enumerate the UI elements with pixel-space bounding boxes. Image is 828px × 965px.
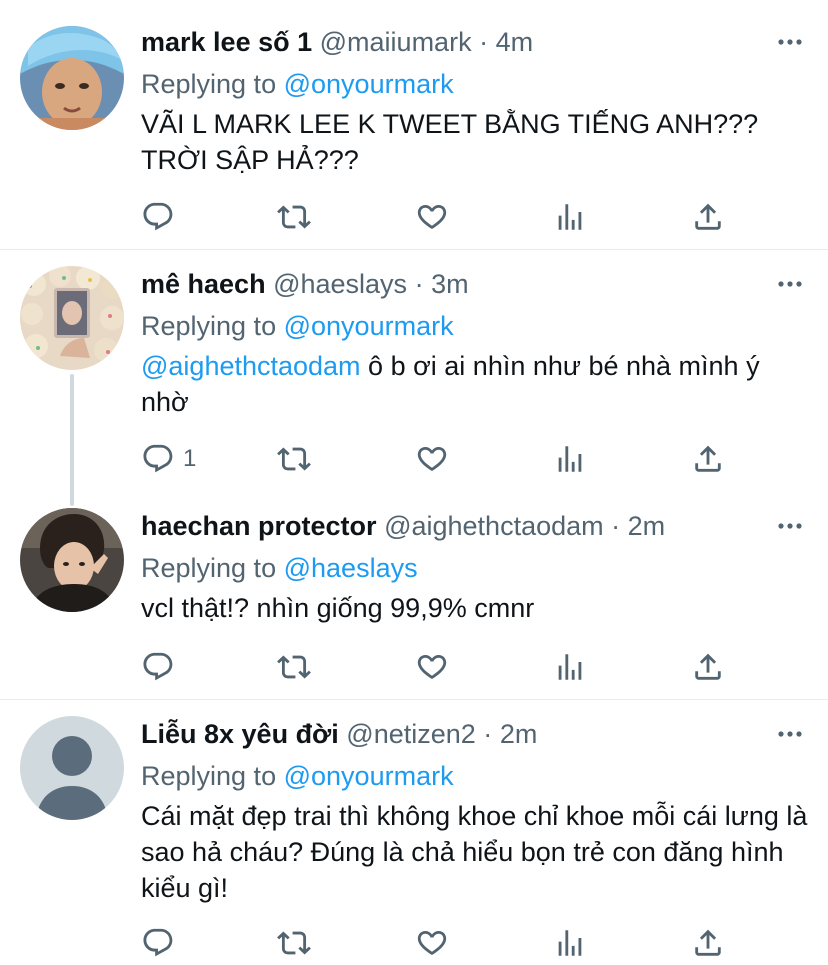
retweet-icon (277, 442, 311, 476)
tweet-actions (141, 923, 731, 963)
retweet-button[interactable] (277, 647, 311, 687)
replying-to-handle[interactable]: @onyourmark (284, 761, 454, 791)
like-button[interactable] (415, 647, 449, 687)
tweet-header: mê haech @haeslays · 3m (141, 266, 808, 302)
stats-button[interactable] (553, 647, 587, 687)
stats-icon (553, 650, 587, 684)
reply-timeline: mark lee số 1 @maiiumark · 4m Replying t… (0, 0, 828, 965)
retweet-icon (277, 926, 311, 960)
mention-link[interactable]: @aighethctaodam (141, 351, 361, 381)
stats-icon (553, 442, 587, 476)
reply-button[interactable]: 1 (141, 439, 196, 479)
tweet-actions (141, 197, 731, 237)
tweet-text: @aighethctaodam ô b ơi ai nhìn như bé nh… (141, 348, 808, 420)
share-button[interactable] (691, 439, 725, 479)
like-button[interactable] (415, 923, 449, 963)
share-button[interactable] (691, 923, 725, 963)
more-icon[interactable] (776, 514, 804, 538)
stats-button[interactable] (553, 923, 587, 963)
tweet-text: vcl thật!? nhìn giống 99,9% cmnr (141, 593, 535, 623)
timestamp[interactable]: 4m (496, 27, 534, 57)
separator-dot: · (479, 27, 489, 57)
replying-to-handle[interactable]: @onyourmark (284, 311, 454, 341)
avatar[interactable] (20, 716, 124, 820)
avatar[interactable] (20, 26, 124, 130)
more-icon[interactable] (776, 722, 804, 746)
tweet-header: haechan protector @aighethctaodam · 2m (141, 508, 808, 544)
separator-dot: · (611, 511, 621, 541)
timestamp[interactable]: 2m (500, 719, 538, 749)
separator-dot: · (414, 269, 424, 299)
retweet-button[interactable] (277, 197, 311, 237)
replying-to: Replying to @onyourmark (141, 308, 808, 344)
share-icon (691, 926, 725, 960)
stats-icon (553, 200, 587, 234)
display-name[interactable]: haechan protector (141, 511, 377, 541)
replying-to-label: Replying to (141, 761, 277, 791)
tweet[interactable]: mark lee số 1 @maiiumark · 4m Replying t… (0, 0, 828, 250)
display-name[interactable]: mark lee số 1 (141, 27, 312, 57)
reply-button[interactable] (141, 197, 183, 237)
reply-button[interactable] (141, 923, 183, 963)
reply-icon (141, 650, 175, 684)
user-handle[interactable]: @aighethctaodam (384, 511, 604, 541)
replying-to: Replying to @onyourmark (141, 758, 808, 794)
tweet-actions (141, 647, 731, 687)
like-icon (415, 200, 449, 234)
tweet[interactable]: haechan protector @aighethctaodam · 2m R… (0, 492, 828, 700)
reply-count: 1 (183, 445, 197, 472)
stats-icon (553, 926, 587, 960)
like-button[interactable] (415, 197, 449, 237)
replying-to-label: Replying to (141, 553, 277, 583)
share-icon (691, 650, 725, 684)
display-name[interactable]: Liễu 8x yêu đời (141, 719, 339, 749)
display-name[interactable]: mê haech (141, 269, 266, 299)
avatar[interactable] (20, 508, 124, 612)
stats-button[interactable] (553, 439, 587, 479)
user-handle[interactable]: @maiiumark (320, 27, 472, 57)
timestamp[interactable]: 2m (628, 511, 666, 541)
avatar[interactable] (20, 266, 124, 370)
share-icon (691, 200, 725, 234)
reply-icon (141, 442, 175, 476)
tweet-header: Liễu 8x yêu đời @netizen2 · 2m (141, 716, 808, 752)
replying-to: Replying to @haeslays (141, 550, 808, 586)
tweet-header: mark lee số 1 @maiiumark · 4m (141, 24, 808, 60)
replying-to-label: Replying to (141, 311, 277, 341)
tweet-text: VÃI L MARK LEE K TWEET BẰNG TIẾNG ANH???… (141, 109, 759, 175)
share-button[interactable] (691, 647, 725, 687)
replying-to-label: Replying to (141, 69, 277, 99)
separator-dot: · (483, 719, 493, 749)
retweet-button[interactable] (277, 923, 311, 963)
reply-icon (141, 926, 175, 960)
share-button[interactable] (691, 197, 725, 237)
tweet[interactable]: Liễu 8x yêu đời @netizen2 · 2m Replying … (0, 700, 828, 965)
reply-icon (141, 200, 175, 234)
user-handle[interactable]: @haeslays (273, 269, 407, 299)
reply-button[interactable] (141, 647, 183, 687)
tweet-actions: 1 (141, 439, 731, 479)
retweet-icon (277, 200, 311, 234)
more-icon[interactable] (776, 272, 804, 296)
tweet[interactable]: mê haech @haeslays · 3m Replying to @ony… (0, 250, 828, 492)
tweet-text: Cái mặt đẹp trai thì không khoe chỉ khoe… (141, 801, 808, 903)
like-icon (415, 926, 449, 960)
replying-to: Replying to @onyourmark (141, 66, 808, 102)
replying-to-handle[interactable]: @onyourmark (284, 69, 454, 99)
like-icon (415, 650, 449, 684)
timestamp[interactable]: 3m (431, 269, 469, 299)
like-icon (415, 442, 449, 476)
stats-button[interactable] (553, 197, 587, 237)
user-handle[interactable]: @netizen2 (346, 719, 476, 749)
share-icon (691, 442, 725, 476)
retweet-icon (277, 650, 311, 684)
like-button[interactable] (415, 439, 449, 479)
retweet-button[interactable] (277, 439, 311, 479)
more-icon[interactable] (776, 30, 804, 54)
replying-to-handle[interactable]: @haeslays (284, 553, 418, 583)
